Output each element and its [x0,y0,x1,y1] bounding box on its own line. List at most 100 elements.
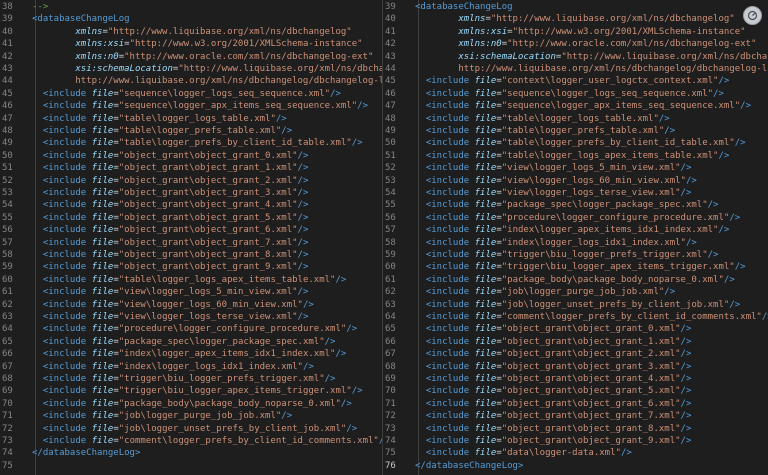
code-line[interactable]: 45 <include file="context\logger_user_lo… [383,75,768,87]
xml-tag: <include [425,436,470,446]
line-number: 61 [2,287,13,298]
code-line[interactable]: 65 <include file="package_spec\logger_pa… [0,336,382,348]
code-line[interactable]: 69 <include file="object_grant\object_gr… [383,373,768,385]
code-line[interactable]: 44 http://www.liquibase.org/xml/ns/dbcha… [0,75,382,87]
code-line[interactable]: 64 <include file="procedure\logger_confi… [0,323,382,335]
code-line[interactable]: 60 <include file="table\logger_logs_apex… [0,274,382,286]
xml-tag: /> [723,274,735,285]
code-line[interactable]: 67 <include file="index\logger_logs_idx1… [0,361,382,373]
code-line[interactable]: 72 <include file="job\logger_unset_prefs… [0,423,382,435]
code-line[interactable]: 59 <include file="trigger\biu_logger_pre… [383,249,768,261]
code-line[interactable]: 59 <include file="object_grant\object_gr… [0,261,382,273]
code-line[interactable]: 68 <include file="object_grant\object_gr… [383,361,768,373]
code-line[interactable]: 70 <include file="object_grant\object_gr… [383,385,768,397]
code-line[interactable]: 71 <include file="job\logger_purge_job_j… [0,410,382,422]
code-line[interactable]: 48 <include file="table\logger_prefs_tab… [0,125,382,137]
code-line[interactable]: 40 xmlns="http://www.liquibase.org/xml/n… [0,26,382,38]
code-line[interactable]: 58 <include file="object_grant\object_gr… [0,249,382,261]
code-line[interactable]: 39 <databaseChangeLog [383,1,768,13]
code-line[interactable]: 73 <include file="comment\logger_prefs_b… [0,435,382,447]
code-line[interactable]: 62 <include file="view\logger_logs_60_mi… [0,299,382,311]
code-line[interactable]: 39 <databaseChangeLog [0,13,382,25]
xml-tag: <include [42,126,87,136]
code-line[interactable]: 61 <include file="package_body\package_b… [383,274,768,286]
code-line[interactable]: 41 xmlns:xsi="http://www.w3.org/2001/XML… [0,38,382,50]
code-line[interactable]: 50 <include file="table\logger_prefs_by_… [383,137,768,149]
code-line[interactable]: 62 <include file="job\logger_purge_job_j… [383,286,768,298]
code-line[interactable]: 74 <include file="object_grant\object_gr… [383,435,768,447]
code-line[interactable]: 54 <include file="view\logger_logs_terse… [383,187,768,199]
code-line[interactable]: 57 <include file="object_grant\object_gr… [0,237,382,249]
code-line[interactable]: 65 <include file="object_grant\object_gr… [383,323,768,335]
code-line[interactable]: 60 <include file="trigger\biu_logger_ape… [383,261,768,273]
code-line[interactable]: 52 <include file="view\logger_logs_5_min… [383,162,768,174]
code-line[interactable]: 51 <include file="table\logger_logs_apex… [383,150,768,162]
line-number: 64 [385,312,396,322]
code-line[interactable]: 58 <include file="index\logger_logs_idx1… [383,237,768,249]
xml-string: http://www.liquibase.org/xml/ns/dbchange… [75,76,382,87]
code-line[interactable]: 55 <include file="package_spec\logger_pa… [383,199,768,211]
code-line[interactable]: 40 xmlns="http://www.liquibase.org/xml/n… [383,13,768,25]
code-line[interactable]: 49 <include file="table\logger_prefs_tab… [383,125,768,137]
code-line[interactable]: 54 <include file="object_grant\object_gr… [0,199,382,211]
code-line[interactable]: 57 <include file="index\logger_apex_item… [383,224,768,236]
code-line[interactable]: 52 <include file="object_grant\object_gr… [0,175,382,187]
code-line[interactable]: 45 <include file="sequence\logger_logs_s… [0,88,382,100]
code-line[interactable]: 46 <include file="sequence\logger_apx_it… [0,100,382,112]
right-editor-pane[interactable]: 39 <databaseChangeLog 40 xmlns="http://www… [383,0,768,475]
xml-attribute: file [91,411,114,422]
line-number: 57 [385,225,396,236]
code-line[interactable]: 68 <include file="trigger\biu_logger_pre… [0,373,382,385]
code-line[interactable]: 53 <include file="view\logger_logs_60_mi… [383,175,768,187]
code-line[interactable]: 66 <include file="index\logger_apex_item… [0,348,382,360]
xml-string: "http://www.w3.org/2001/XMLSchema-instan… [512,26,746,37]
xml-string: "package_spec\logger_package_spec.xml" [501,200,708,211]
code-line[interactable]: 64 <include file="comment\logger_prefs_b… [383,311,768,323]
code-line[interactable]: 38 --> [0,1,382,13]
code-line[interactable]: 43 xsi:schemaLocation="http://www.liquib… [383,51,768,63]
code-line[interactable]: 49 <include file="table\logger_prefs_by_… [0,137,382,149]
xml-tag: /> [297,312,309,322]
xml-tag: /> [297,212,309,223]
code-line[interactable]: 76 </databaseChangeLog> [383,460,768,472]
line-number: 54 [385,188,396,198]
code-line[interactable]: 73 <include file="object_grant\object_gr… [383,423,768,435]
code-line[interactable]: 71 <include file="object_grant\object_gr… [383,398,768,410]
code-line[interactable]: 70 <include file="package_body\package_b… [0,398,382,410]
code-line[interactable]: 66 <include file="object_grant\object_gr… [383,336,768,348]
line-number: 67 [385,349,396,360]
code-line[interactable]: 63 <include file="job\logger_unset_prefs… [383,299,768,311]
code-line[interactable]: 56 <include file="procedure\logger_confi… [383,212,768,224]
code-line[interactable]: 75 [0,460,382,472]
code-line[interactable]: 63 <include file="view\logger_logs_terse… [0,311,382,323]
code-line[interactable]: 53 <include file="object_grant\object_gr… [0,187,382,199]
gauge-icon[interactable] [743,6,762,25]
code-line[interactable]: 67 <include file="object_grant\object_gr… [383,348,768,360]
xml-string: "http://www.liquibase.org/xml/ns/dbchang… [561,51,768,62]
code-line[interactable]: 55 <include file="object_grant\object_gr… [0,212,382,224]
code-line[interactable]: 42 xmlns:n0="http://www.oracle.com/xml/n… [0,51,382,63]
code-line[interactable]: 51 <include file="object_grant\object_gr… [0,162,382,174]
code-line[interactable]: 46 <include file="sequence\logger_logs_s… [383,88,768,100]
code-line[interactable]: 44 http://www.liquibase.org/xml/ns/dbcha… [383,63,768,75]
left-editor-pane[interactable]: 38 --> 39 <databaseChangeLog 40 xmlns="http:… [0,0,382,475]
line-number: 45 [385,76,396,87]
xml-tag: /> [680,324,692,335]
code-line[interactable]: 72 <include file="object_grant\object_gr… [383,410,768,422]
xml-string: "object_grant\object_grant_9.xml" [501,436,681,446]
code-line[interactable]: 48 <include file="table\logger_logs_tabl… [383,113,768,125]
code-line[interactable]: 50 <include file="object_grant\object_gr… [0,150,382,162]
code-line[interactable]: 75 <include file="data\logger-data.xml"/… [383,447,768,459]
code-line[interactable]: 74 </databaseChangeLog> [0,447,382,459]
code-line[interactable]: 69 <include file="trigger\biu_logger_ape… [0,385,382,397]
xml-tag: <include [42,287,87,298]
code-line[interactable]: 56 <include file="object_grant\object_gr… [0,224,382,236]
code-line[interactable]: 43 xsi:schemaLocation="http://www.liquib… [0,63,382,75]
code-line[interactable]: 47 <include file="sequence\logger_apx_it… [383,100,768,112]
code-line[interactable]: 42 xmlns:n0="http://www.oracle.com/xml/n… [383,38,768,50]
code-line[interactable]: 41 xmlns:xsi="http://www.w3.org/2001/XML… [383,26,768,38]
code-line[interactable]: 47 <include file="table\logger_logs_tabl… [0,113,382,125]
code-line[interactable]: 61 <include file="view\logger_logs_5_min… [0,286,382,298]
